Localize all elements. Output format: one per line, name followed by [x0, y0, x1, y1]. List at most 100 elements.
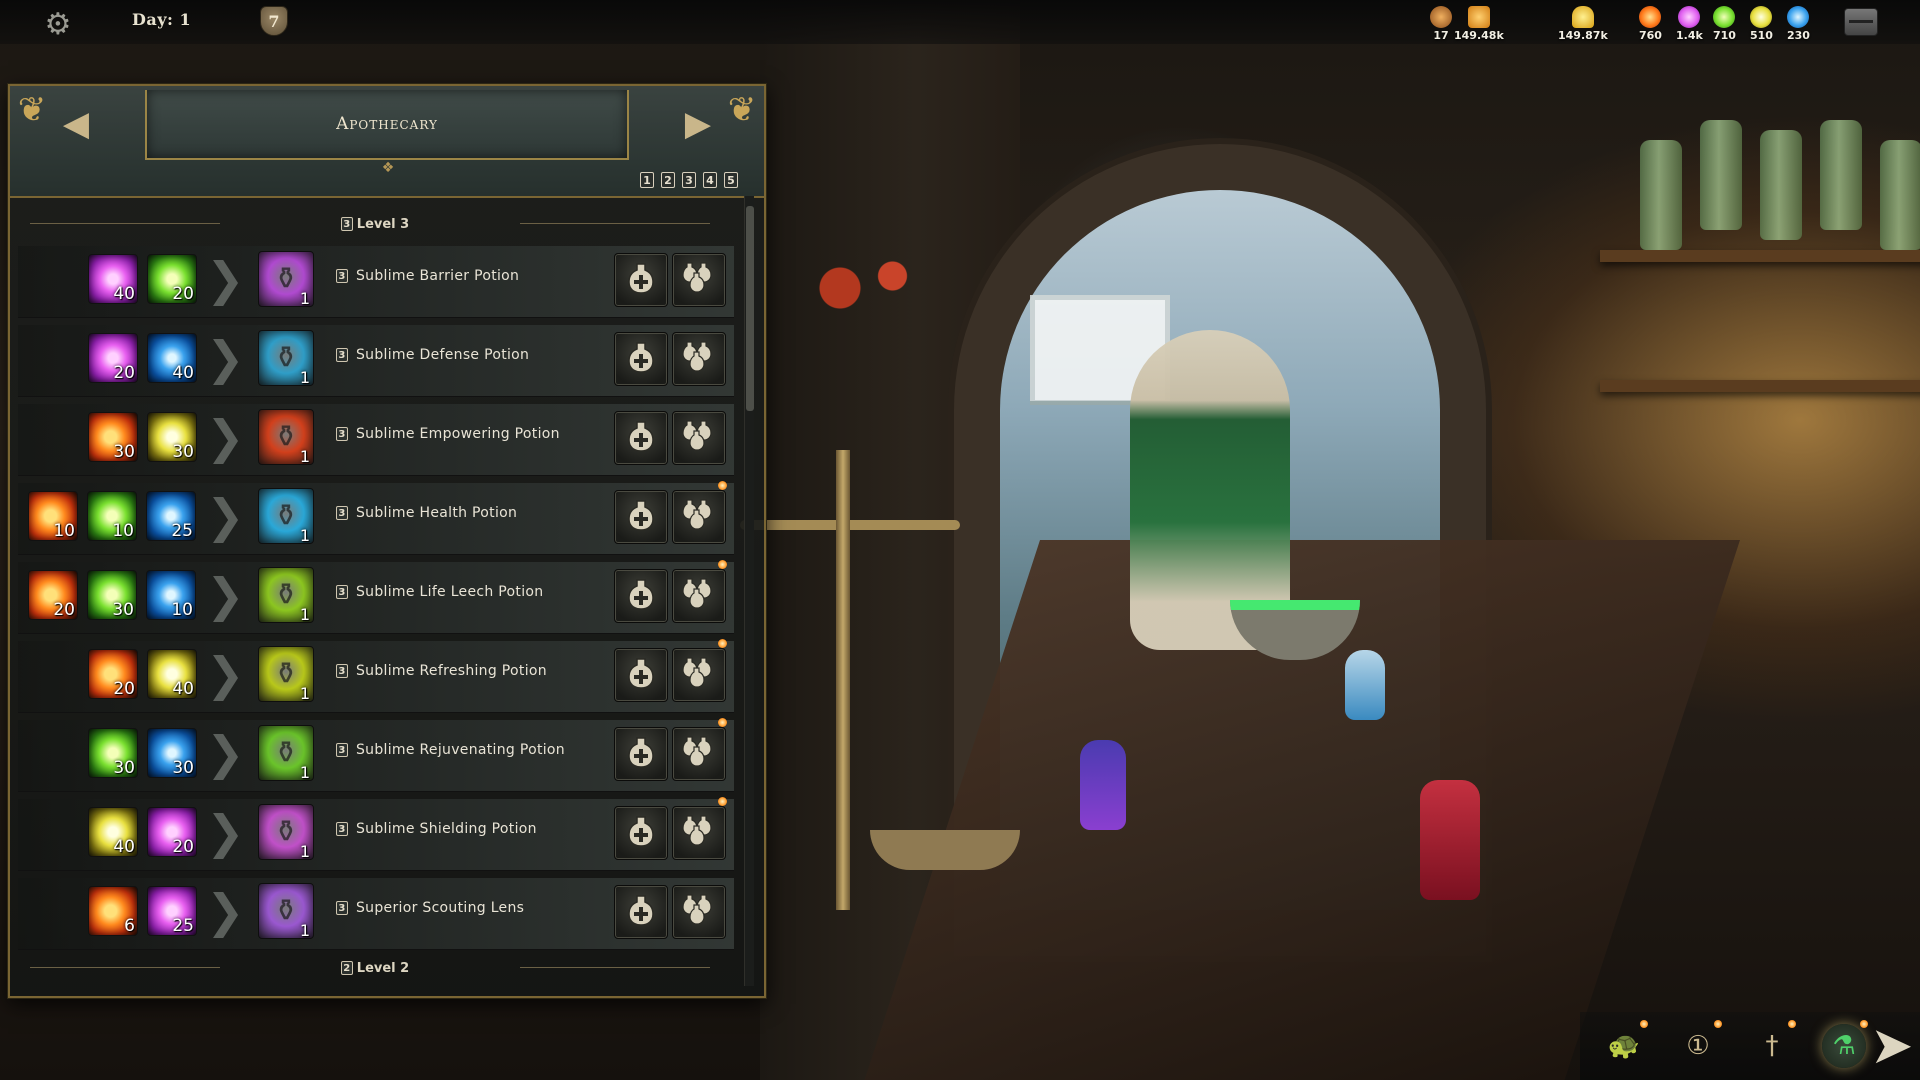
notification-dot: [1714, 1020, 1722, 1028]
brew-one-button[interactable]: [614, 648, 668, 702]
potion-result-icon: ⚱ 1: [258, 646, 314, 703]
flask-icon: ⚱: [273, 735, 299, 771]
multi-flask-icon: [681, 576, 717, 616]
brew-many-button[interactable]: [672, 885, 726, 939]
previous-building-button[interactable]: ◀: [56, 104, 96, 144]
single-flask-icon: [623, 497, 659, 537]
level-badge-icon: 3: [336, 348, 348, 362]
shield-badge-icon[interactable]: 7: [260, 6, 288, 36]
arcane-essence-icon: 25: [147, 886, 197, 936]
jar: [1640, 140, 1682, 250]
single-flask-icon: [623, 418, 659, 458]
bottle: [1345, 650, 1385, 720]
ingredient-quantity: 30: [112, 600, 134, 620]
divider: [30, 967, 220, 968]
water-essence-icon: 30: [147, 728, 197, 778]
level-tab-3[interactable]: 3: [682, 172, 696, 188]
resource-food[interactable]: 149.48k: [1454, 6, 1504, 42]
normal-speed-button[interactable]: ①: [1676, 1020, 1722, 1068]
brew-many-button[interactable]: [672, 727, 726, 781]
ingredient-quantity: 40: [113, 837, 135, 857]
resource-arcane-essence[interactable]: 1.4k: [1676, 6, 1703, 42]
level-tab-4[interactable]: 4: [703, 172, 717, 188]
scale-beam: [740, 520, 960, 530]
flask-icon: ⚱: [273, 419, 299, 455]
brew-one-button[interactable]: [614, 490, 668, 544]
gold-pile-icon: [1571, 6, 1594, 28]
speed-one-icon: ①: [1686, 1031, 1710, 1061]
combat-button[interactable]: †: [1750, 1020, 1796, 1068]
jar: [1700, 120, 1742, 230]
nature-essence-icon: 10: [87, 491, 137, 541]
recipe-row[interactable]: 10 10 25 ❯ ⚱ 1 3 Sublime Health Potion: [18, 479, 734, 558]
resource-units[interactable]: 17: [1430, 6, 1452, 42]
next-building-button[interactable]: ▶: [678, 104, 718, 144]
recipe-row[interactable]: 30 30 ❯ ⚱ 1 3 Sublime Empowering Potion: [18, 400, 734, 479]
slow-speed-button[interactable]: 🐢: [1602, 1020, 1648, 1068]
fire-essence-icon: 30: [88, 412, 138, 462]
brew-many-button[interactable]: [672, 253, 726, 307]
ingredient-quantity: 25: [172, 916, 194, 936]
single-flask-icon: [623, 576, 659, 616]
arrow-right-icon: ❯: [206, 647, 245, 701]
brew-one-button[interactable]: [614, 411, 668, 465]
jar: [1760, 130, 1802, 240]
brew-one-button[interactable]: [614, 569, 668, 623]
level-badge-icon: 3: [340, 217, 353, 231]
brew-many-button[interactable]: [672, 648, 726, 702]
ingredient-quantity: 30: [113, 442, 135, 462]
ingredient-quantity: 10: [112, 521, 134, 541]
level-badge-icon: 3: [336, 585, 348, 599]
brew-one-button[interactable]: [614, 332, 668, 386]
brew-one-button[interactable]: [614, 253, 668, 307]
flask-icon: ⚱: [273, 340, 299, 376]
recipe-row[interactable]: 6 25 ❯ ⚱ 1 3 Superior Scouting Lens: [18, 874, 734, 953]
recipe-row[interactable]: 40 20 ❯ ⚱ 1 3 Sublime Barrier Potion: [18, 242, 734, 321]
level-tab-2[interactable]: 2: [661, 172, 675, 188]
ingredient-quantity: 20: [113, 363, 135, 383]
level-badge-icon: 3: [336, 506, 348, 520]
single-flask-icon: [623, 260, 659, 300]
inventory-chest-icon[interactable]: [1844, 8, 1878, 36]
settings-gear-icon[interactable]: ⚙: [40, 6, 76, 42]
resource-water-essence[interactable]: 230: [1787, 6, 1810, 42]
potion-result-icon: ⚱ 1: [258, 409, 314, 466]
brew-one-button[interactable]: [614, 727, 668, 781]
brew-many-button[interactable]: [672, 806, 726, 860]
brew-many-button[interactable]: [672, 490, 726, 544]
multi-flask-icon: [681, 892, 717, 932]
result-quantity: 1: [299, 763, 310, 782]
recipe-row[interactable]: 20 30 10 ❯ ⚱ 1 3 Sublime Life Leech Poti…: [18, 558, 734, 637]
turtle-icon: 🐢: [1607, 1031, 1641, 1061]
single-flask-icon: [623, 339, 659, 379]
resource-gold[interactable]: 149.87k: [1558, 6, 1608, 42]
recipe-row[interactable]: 30 30 ❯ ⚱ 1 3 Sublime Rejuvenating Potio…: [18, 716, 734, 795]
brew-many-button[interactable]: [672, 332, 726, 386]
multi-flask-icon: [681, 418, 717, 458]
level-tab-5[interactable]: 5: [724, 172, 738, 188]
potion-name: Sublime Barrier Potion: [356, 268, 520, 284]
brew-many-button[interactable]: [672, 569, 726, 623]
ornament-corner-icon: ❦: [17, 90, 47, 130]
recipe-row[interactable]: 20 40 ❯ ⚱ 1 3 Sublime Refreshing Potion: [18, 637, 734, 716]
recipe-row[interactable]: 40 20 ❯ ⚱ 1 3 Sublime Shielding Potion: [18, 795, 734, 874]
brew-one-button[interactable]: [614, 885, 668, 939]
scrollbar-thumb[interactable]: [746, 206, 754, 411]
panel-title: Apothecary: [336, 114, 438, 134]
recipe-row[interactable]: 20 40 ❯ ⚱ 1 3 Sublime Defense Potion: [18, 321, 734, 400]
potion-result-icon: ⚱ 1: [258, 567, 314, 624]
villager-icon: [1430, 6, 1452, 28]
end-turn-arrow-icon[interactable]: ➤: [1870, 1020, 1918, 1072]
resource-light-essence[interactable]: 510: [1750, 6, 1773, 42]
brew-many-button[interactable]: [672, 411, 726, 465]
recipe-scrollbar[interactable]: [744, 196, 754, 986]
brew-one-button[interactable]: [614, 806, 668, 860]
resource-fire-essence[interactable]: 760: [1639, 6, 1662, 42]
level-2-header: 2 Level 2: [10, 956, 740, 980]
scale-pan: [870, 830, 1020, 870]
potion-result-icon: ⚱ 1: [258, 488, 314, 545]
notification-dot: [718, 560, 727, 569]
apothecary-button[interactable]: ⚗: [1822, 1020, 1868, 1068]
resource-nature-essence[interactable]: 710: [1713, 6, 1736, 42]
level-tab-1[interactable]: 1: [640, 172, 654, 188]
